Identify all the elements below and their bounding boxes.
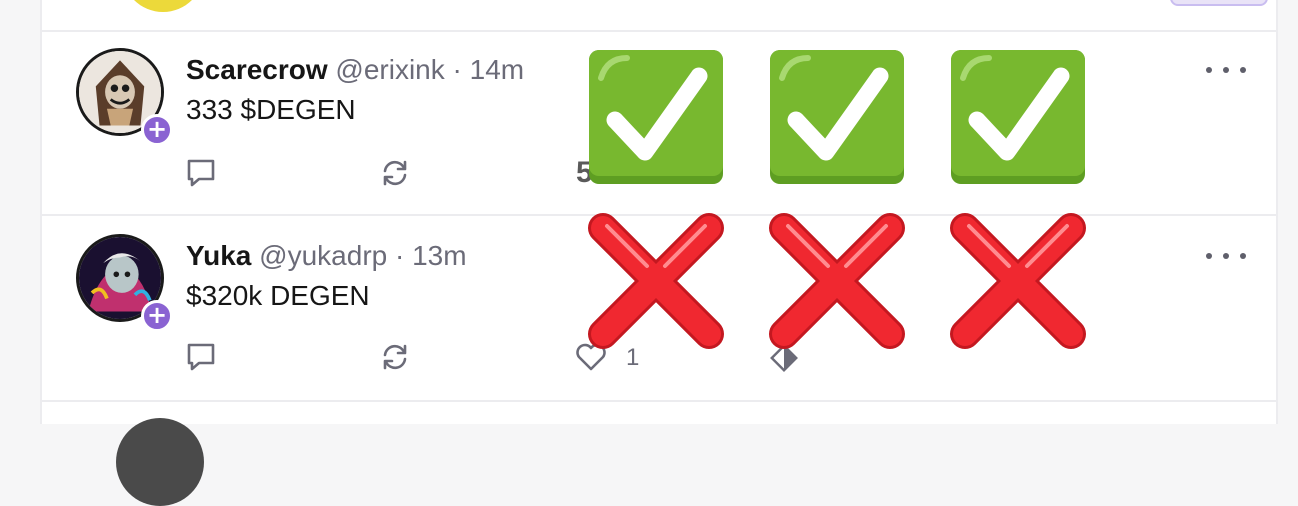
more-options-icon[interactable]	[1206, 250, 1246, 262]
cast-header: Yuka @yukadrp · 13m	[186, 240, 467, 272]
timestamp[interactable]: 13m	[412, 240, 466, 271]
recast-icon[interactable]	[378, 340, 412, 374]
previous-cast-follow-button[interactable]	[1170, 0, 1268, 6]
cast-text: 333 $DEGEN	[186, 94, 356, 125]
cast-header: Scarecrow @erixink · 14m	[186, 54, 524, 86]
cross-mark-icon	[949, 212, 1087, 350]
username-handle[interactable]: @erixink	[335, 54, 444, 85]
check-mark-button-icon	[768, 48, 906, 186]
recast-icon[interactable]	[378, 156, 412, 190]
cross-mark-icon	[768, 212, 906, 350]
username-handle[interactable]: @yukadrp	[259, 240, 387, 271]
separator-dot: ·	[452, 54, 462, 85]
check-mark-button-icon	[587, 48, 725, 186]
check-mark-button-icon	[949, 48, 1087, 186]
separator-dot: ·	[395, 240, 405, 271]
cross-mark-icon	[587, 212, 725, 350]
next-cast-avatar[interactable]	[116, 418, 204, 506]
more-options-icon[interactable]	[1206, 64, 1246, 76]
previous-cast-avatar[interactable]	[122, 0, 204, 12]
cast-divider	[42, 30, 1276, 32]
cast-divider	[42, 400, 1276, 402]
follow-badge[interactable]: +	[141, 114, 173, 146]
reply-icon[interactable]	[184, 340, 218, 374]
display-name[interactable]: Yuka	[186, 240, 251, 271]
reply-icon[interactable]	[184, 156, 218, 190]
display-name[interactable]: Scarecrow	[186, 54, 328, 85]
follow-badge[interactable]: +	[141, 300, 173, 332]
timestamp[interactable]: 14m	[470, 54, 524, 85]
cast-text: $320k DEGEN	[186, 280, 370, 311]
